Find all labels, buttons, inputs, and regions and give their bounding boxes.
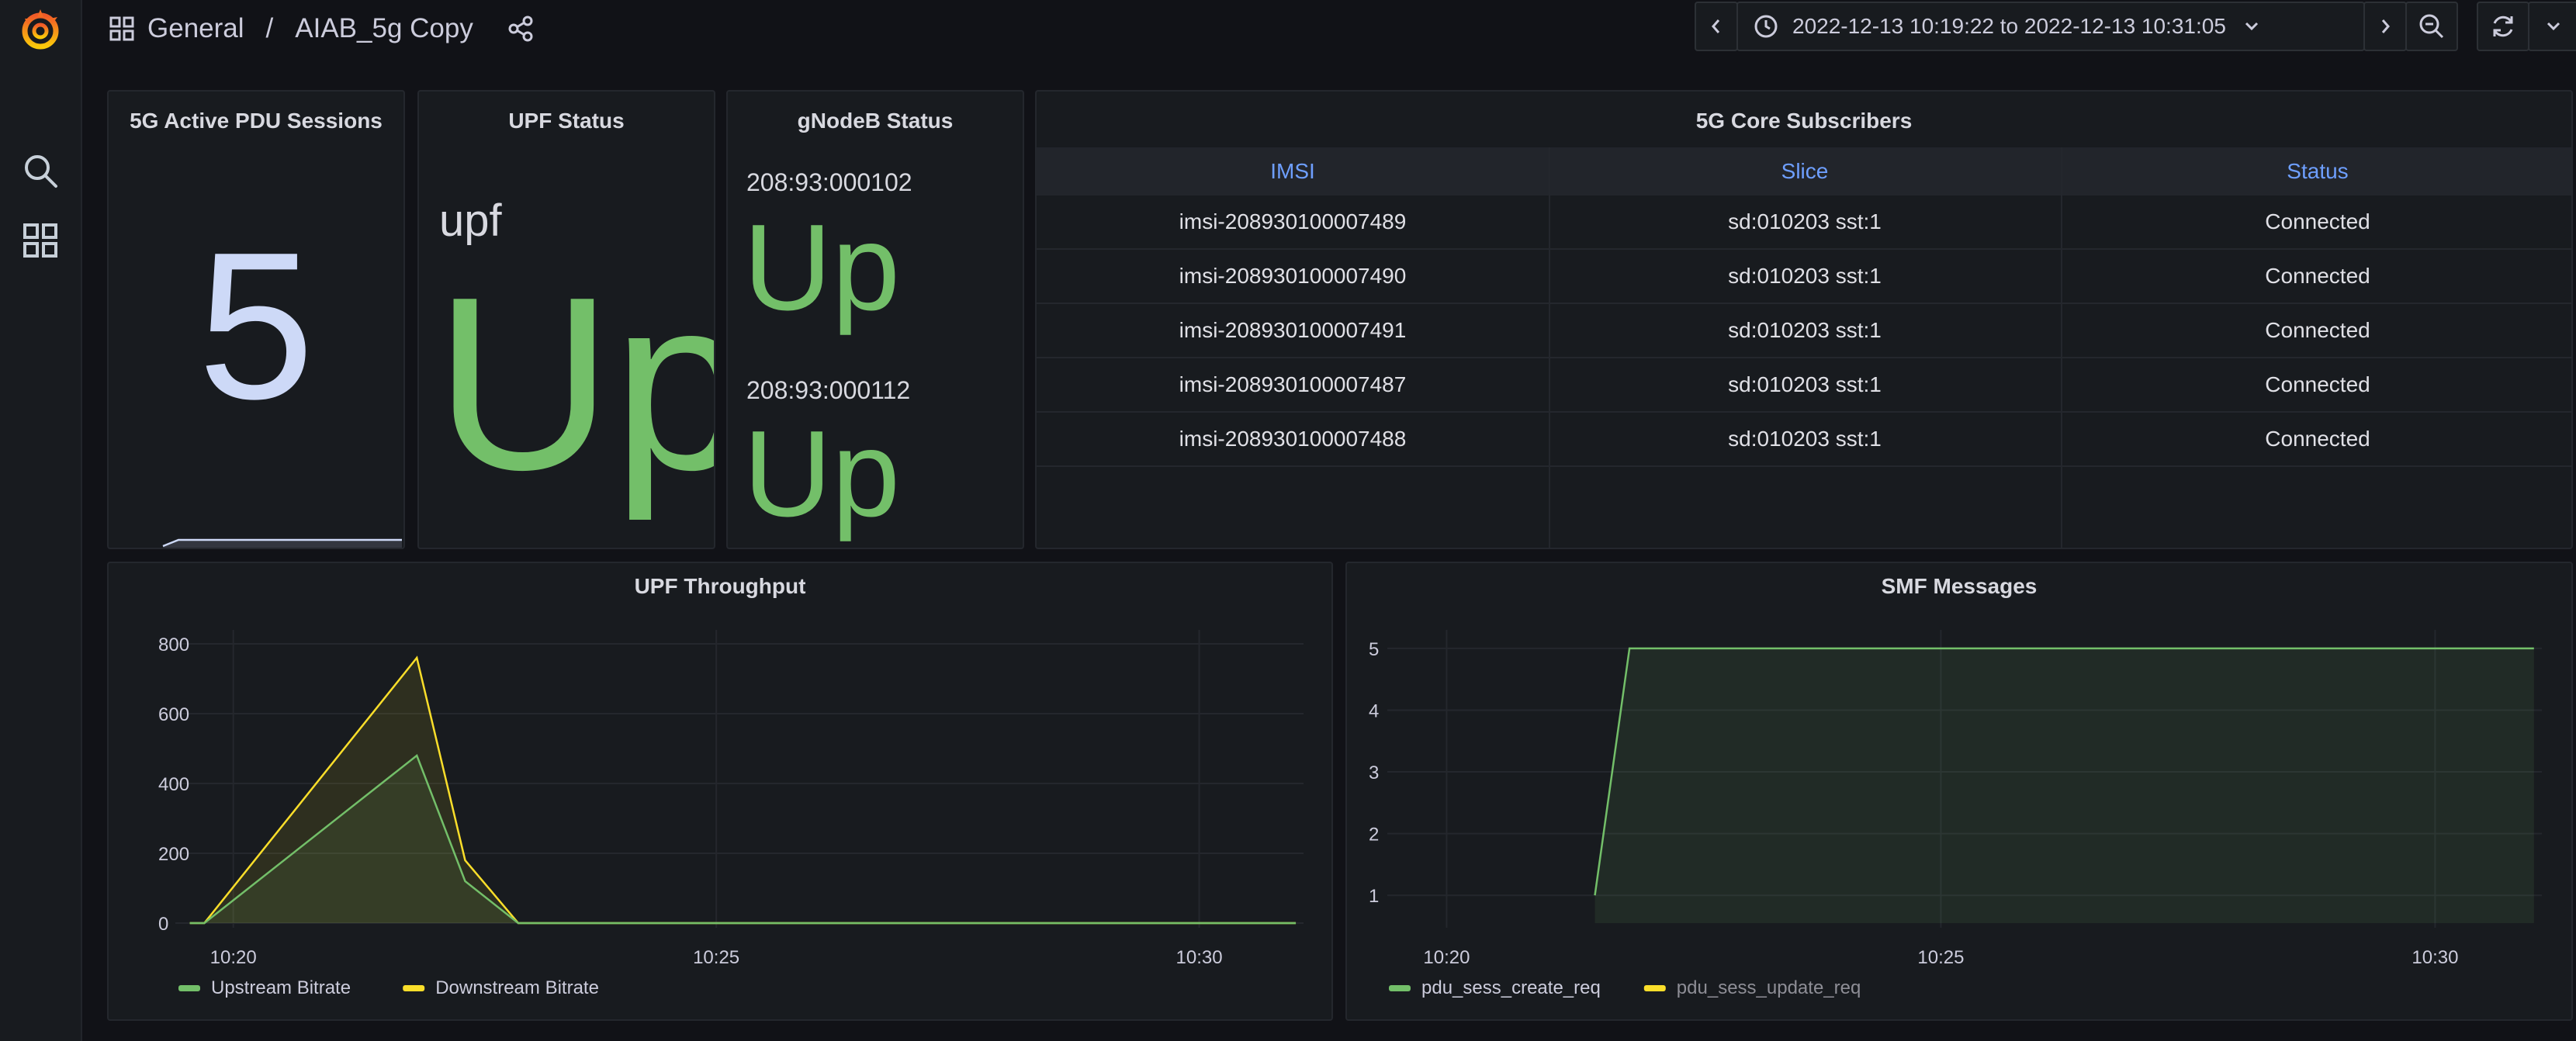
- x-tick-label: 10:30: [1176, 947, 1223, 968]
- legend-swatch: [1389, 985, 1411, 991]
- panel-smf-messages[interactable]: SMF Messages 1 2 3 4 5 10:20 10:25 10:30 pdu_ses…: [1345, 562, 2573, 1021]
- clock-icon: [1754, 14, 1778, 39]
- panel-upf-status[interactable]: UPF Status upf Up: [417, 90, 715, 549]
- cell-imsi: imsi-208930100007489: [1179, 209, 1407, 233]
- cell-imsi: imsi-208930100007490: [1179, 264, 1407, 288]
- y-tick-label: 1: [1369, 886, 1379, 907]
- cell-imsi: imsi-208930100007487: [1179, 372, 1407, 396]
- dashboards-icon[interactable]: [0, 222, 81, 259]
- cell-imsi: imsi-208930100007491: [1179, 318, 1407, 342]
- panel-pdu-sessions[interactable]: 5G Active PDU Sessions 5: [107, 90, 405, 549]
- column-header-imsi[interactable]: IMSI: [1037, 147, 1549, 195]
- row-divider: [1037, 465, 2571, 467]
- legend-label: Upstream Bitrate: [211, 977, 351, 998]
- upf-status-value: Up: [435, 246, 714, 521]
- dashboards-grid-icon: [109, 16, 135, 42]
- legend-swatch: [178, 985, 200, 991]
- smf-messages-chart: 1 2 3 4 5 10:20 10:25 10:30 pdu_sess_create_req p…: [1369, 630, 2542, 998]
- breadcrumb: General / AIAB_5g Copy: [109, 11, 534, 47]
- cell-status: Connected: [2265, 372, 2370, 396]
- cell-status: Connected: [2265, 264, 2370, 288]
- grafana-logo-icon[interactable]: [0, 6, 81, 53]
- legend-label: pdu_sess_create_req: [1421, 977, 1601, 998]
- time-range-picker[interactable]: 2022-12-13 10:19:22 to 2022-12-13 10:31:…: [1736, 2, 2365, 51]
- zoom-out-icon: [2419, 14, 2444, 39]
- panel-core-subscribers[interactable]: 5G Core Subscribers IMSI Slice Status im…: [1035, 90, 2573, 549]
- column-header-status[interactable]: Status: [2061, 147, 2571, 195]
- sparkline: [162, 538, 402, 548]
- panel-title: 5G Core Subscribers: [1695, 109, 1913, 133]
- cell-slice: sd:010203 sst:1: [1728, 264, 1882, 288]
- legend-label: Downstream Bitrate: [435, 977, 599, 998]
- x-tick-label: 10:25: [693, 947, 739, 968]
- y-tick-label: 600: [158, 704, 189, 725]
- legend-swatch: [403, 985, 425, 991]
- column-header-slice[interactable]: Slice: [1549, 147, 2061, 195]
- upf-name: upf: [439, 195, 502, 246]
- upf-throughput-chart: 0 200 400 600 800 10:20 10:25 10:30 Upstream Bit…: [158, 630, 1304, 998]
- gnodeb-status-value: Up: [743, 199, 900, 336]
- top-nav-bar: General / AIAB_5g Copy 2022-12-13 10:19:…: [81, 0, 2576, 59]
- cell-status: Connected: [2265, 427, 2370, 451]
- x-tick-label: 10:30: [2412, 947, 2458, 968]
- chevron-right-icon: [2381, 19, 2390, 33]
- chevron-down-icon: [2243, 18, 2260, 35]
- search-icon[interactable]: [0, 152, 81, 189]
- panel-gnodeb-status[interactable]: gNodeB Status 208:93:000102 Up 208:93:00…: [726, 90, 1024, 549]
- x-tick-label: 10:20: [1423, 947, 1470, 968]
- time-range-label: 2022-12-13 10:19:22 to 2022-12-13 10:31:…: [1792, 14, 2226, 38]
- panel-title: UPF Status: [508, 109, 625, 133]
- y-tick-label: 800: [158, 635, 189, 655]
- panel-title: gNodeB Status: [797, 109, 954, 133]
- share-icon[interactable]: [507, 16, 534, 42]
- legend-swatch: [1643, 985, 1666, 991]
- cell-status: Connected: [2265, 209, 2370, 233]
- cell-slice: sd:010203 sst:1: [1728, 318, 1882, 342]
- y-tick-label: 0: [158, 914, 168, 935]
- y-tick-label: 5: [1369, 639, 1379, 660]
- cell-slice: sd:010203 sst:1: [1728, 209, 1882, 233]
- cell-imsi: imsi-208930100007488: [1179, 427, 1407, 451]
- series-area: [1594, 648, 2534, 923]
- refresh-icon: [2493, 16, 2513, 37]
- side-menu: [0, 0, 82, 1041]
- y-tick-label: 2: [1369, 825, 1379, 846]
- y-tick-label: 200: [158, 844, 189, 865]
- y-tick-label: 400: [158, 774, 189, 795]
- time-back-button[interactable]: [1695, 2, 1738, 51]
- x-tick-label: 10:20: [210, 947, 257, 968]
- y-tick-label: 4: [1369, 700, 1379, 721]
- breadcrumb-folder[interactable]: General: [147, 13, 244, 44]
- zoom-out-button[interactable]: [2405, 2, 2458, 51]
- cell-status: Connected: [2265, 318, 2370, 342]
- panel-title: 5G Active PDU Sessions: [130, 109, 383, 133]
- y-tick-label: 3: [1369, 763, 1379, 783]
- legend-label: pdu_sess_update_req: [1677, 977, 1861, 998]
- chevron-down-icon: [2547, 22, 2560, 31]
- time-forward-button[interactable]: [2363, 2, 2407, 51]
- refresh-interval-dropdown[interactable]: [2528, 2, 2576, 51]
- cell-slice: sd:010203 sst:1: [1728, 372, 1882, 396]
- cell-slice: sd:010203 sst:1: [1728, 427, 1882, 451]
- x-tick-label: 10:25: [1917, 947, 1964, 968]
- panel-upf-throughput[interactable]: UPF Throughput 0 200 400 600 800 10:20 10:25 10…: [107, 562, 1333, 1021]
- chevron-left-icon: [1712, 19, 1720, 33]
- breadcrumb-separator: /: [265, 13, 274, 43]
- gnodeb-status-value: Up: [743, 406, 900, 542]
- refresh-button[interactable]: [2477, 2, 2529, 51]
- dashboard-title[interactable]: AIAB_5g Copy: [295, 13, 473, 44]
- stat-value: 5: [197, 209, 315, 443]
